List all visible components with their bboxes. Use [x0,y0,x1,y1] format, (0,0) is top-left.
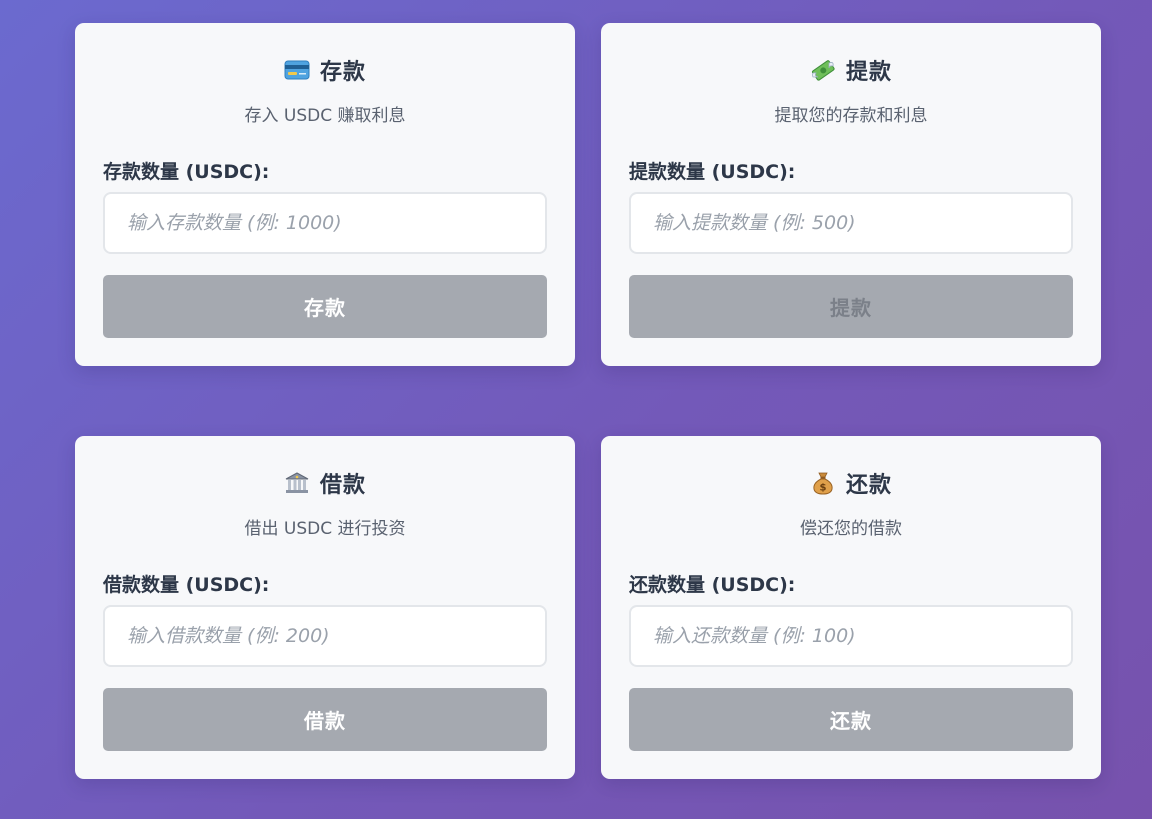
repay-card-subtitle: 偿还您的借款 [800,519,902,539]
deposit-amount-input[interactable] [103,192,547,254]
deposit-card-header: 存款 [75,55,575,85]
credit-card-icon [284,57,310,83]
withdraw-amount-label: 提款数量 (USDC): [629,161,796,183]
withdraw-card-header: 提款 [601,55,1101,85]
withdraw-button[interactable]: 提款 [629,275,1073,338]
action-card-grid: 存款 存入 USDC 赚取利息 存款数量 (USDC): 存款 提款 提取您的存… [75,23,1101,779]
repay-button[interactable]: 还款 [629,688,1073,751]
deposit-button[interactable]: 存款 [103,275,547,338]
repay-amount-label: 还款数量 (USDC): [629,574,796,596]
withdraw-card: 提款 提取您的存款和利息 提款数量 (USDC): 提款 [601,23,1101,366]
money-bag-icon: $ [810,470,836,496]
withdraw-card-subtitle: 提取您的存款和利息 [774,106,928,126]
money-wings-icon [810,57,836,83]
repay-card-title: 还款 [845,473,892,498]
repay-card: $ 还款 偿还您的借款 还款数量 (USDC): 还款 [601,436,1101,779]
deposit-card-title: 存款 [319,60,366,85]
deposit-card: 存款 存入 USDC 赚取利息 存款数量 (USDC): 存款 [75,23,575,366]
borrow-button[interactable]: 借款 [103,688,547,751]
withdraw-card-title: 提款 [845,60,892,85]
deposit-card-subtitle: 存入 USDC 赚取利息 [244,106,406,126]
borrow-card-subtitle: 借出 USDC 进行投资 [244,519,406,539]
deposit-amount-label: 存款数量 (USDC): [103,161,270,183]
borrow-amount-label: 借款数量 (USDC): [103,574,270,596]
bank-icon [284,470,310,496]
borrow-card-header: 借款 [75,468,575,498]
repay-card-header: $ 还款 [601,468,1101,498]
borrow-card: 借款 借出 USDC 进行投资 借款数量 (USDC): 借款 [75,436,575,779]
svg-text:$: $ [820,483,827,494]
borrow-amount-input[interactable] [103,605,547,667]
repay-amount-input[interactable] [629,605,1073,667]
borrow-card-title: 借款 [319,473,366,498]
withdraw-amount-input[interactable] [629,192,1073,254]
